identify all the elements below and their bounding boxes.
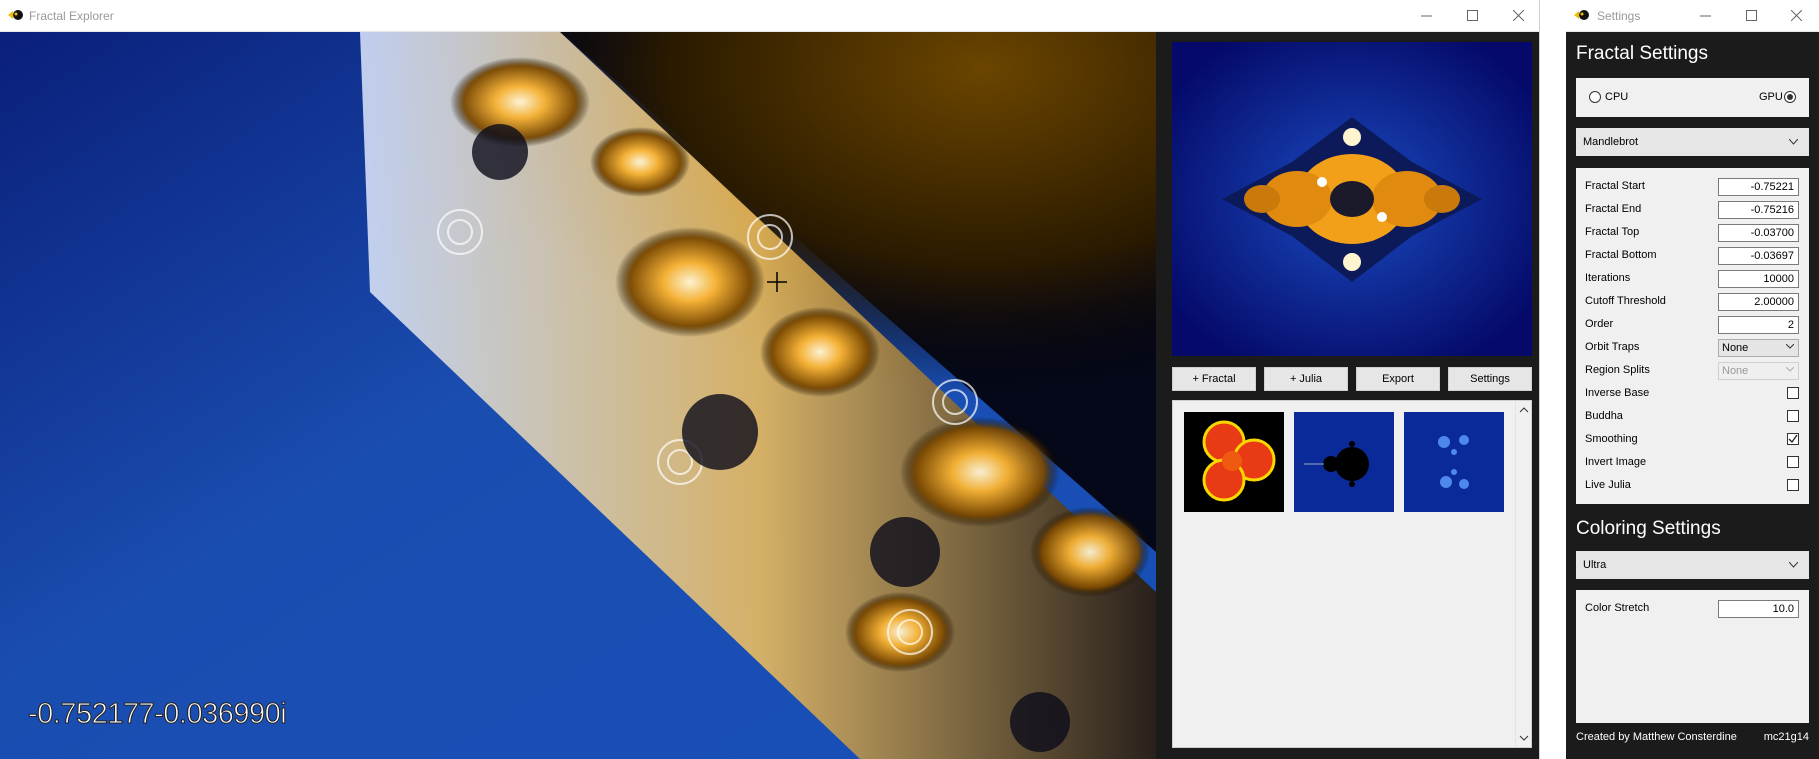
close-button[interactable] xyxy=(1495,0,1541,31)
gpu-label: GPU xyxy=(1759,91,1783,103)
compute-mode-panel: CPU GPU xyxy=(1576,78,1809,117)
minimize-icon xyxy=(1699,15,1711,17)
clover-thumbnail-image xyxy=(1184,412,1284,512)
minimize-icon xyxy=(1420,15,1432,17)
chevron-down-icon xyxy=(1789,139,1798,145)
cpu-radio[interactable] xyxy=(1589,91,1601,103)
add-julia-button[interactable]: + Julia xyxy=(1264,367,1348,391)
cpu-label: CPU xyxy=(1605,91,1629,103)
color-stretch-label: Color Stretch xyxy=(1585,602,1650,614)
fractal-end-input[interactable]: -0.75216 xyxy=(1718,201,1799,219)
buddha-checkbox[interactable] xyxy=(1787,410,1799,422)
color-stretch-input[interactable]: 10.0 xyxy=(1718,600,1799,618)
field-label: Fractal End xyxy=(1585,203,1642,215)
smoothing-label: Smoothing xyxy=(1585,433,1638,445)
maximize-icon xyxy=(1745,10,1757,21)
main-window-title: Fractal Explorer xyxy=(29,9,114,23)
live-julia-checkbox[interactable] xyxy=(1787,479,1799,491)
settings-button[interactable]: Settings xyxy=(1448,367,1532,391)
inverse-base-checkbox[interactable] xyxy=(1787,387,1799,399)
cutoff-threshold-input[interactable]: 2.00000 xyxy=(1718,293,1799,311)
field-label: Fractal Start xyxy=(1585,180,1645,192)
coordinate-readout: -0.752177-0.036990i xyxy=(27,698,287,731)
iterations-input[interactable]: 10000 xyxy=(1718,270,1799,288)
fractal-type-value: Mandlebrot xyxy=(1583,136,1639,148)
main-titlebar[interactable]: Fractal Explorer xyxy=(0,0,1539,32)
mandelbrot-thumbnail-image xyxy=(1294,412,1394,512)
settings-minimize-button[interactable] xyxy=(1682,0,1728,31)
field-label: Cutoff Threshold xyxy=(1585,295,1666,307)
thumbnail-clover[interactable] xyxy=(1184,412,1284,512)
thumbnail-blue-julia[interactable] xyxy=(1404,412,1504,512)
settings-close-button[interactable] xyxy=(1773,0,1819,31)
region-splits-value: None xyxy=(1722,365,1749,377)
fractal-image xyxy=(0,32,1156,759)
orbit-traps-select[interactable]: None xyxy=(1718,339,1799,357)
export-button[interactable]: Export xyxy=(1356,367,1440,391)
palette-dropdown[interactable]: Ultra xyxy=(1576,551,1809,579)
region-splits-label: Region Splits xyxy=(1585,364,1650,376)
fractal-start-input[interactable]: -0.75221 xyxy=(1718,178,1799,196)
settings-maximize-button[interactable] xyxy=(1728,0,1774,31)
gpu-radio[interactable] xyxy=(1784,91,1796,103)
close-icon xyxy=(1512,10,1524,21)
scroll-up-icon[interactable] xyxy=(1519,405,1529,415)
fractal-bottom-input[interactable]: -0.03697 xyxy=(1718,247,1799,265)
preview-image xyxy=(1172,42,1532,356)
maximize-button[interactable] xyxy=(1449,0,1495,31)
fractal-canvas[interactable]: -0.752177-0.036990i xyxy=(0,32,1156,759)
credit-text: Created by Matthew Consterdine xyxy=(1576,731,1737,743)
settings-window: Settings Fractal Settings CPU GPU Mandle… xyxy=(1566,0,1819,759)
orbit-traps-value: None xyxy=(1722,342,1749,354)
fractal-top-input[interactable]: -0.03700 xyxy=(1718,224,1799,242)
coloring-settings-heading: Coloring Settings xyxy=(1576,518,1721,539)
coloring-parameters-panel: Color Stretch 10.0 xyxy=(1576,590,1809,723)
fractal-explorer-window: Fractal Explorer -0.752177-0.036990i + F… xyxy=(0,0,1540,759)
orbit-traps-label: Orbit Traps xyxy=(1585,341,1640,353)
add-fractal-button[interactable]: + Fractal xyxy=(1172,367,1256,391)
invert-image-label: Invert Image xyxy=(1585,456,1647,468)
maximize-icon xyxy=(1466,10,1478,21)
field-label: Fractal Top xyxy=(1585,226,1640,238)
order-input[interactable]: 2 xyxy=(1718,316,1799,334)
side-panel: + Fractal + Julia Export Settings xyxy=(1156,32,1539,759)
fractal-parameters-panel: Fractal Start -0.75221 Fractal End -0.75… xyxy=(1576,168,1809,504)
field-label: Iterations xyxy=(1585,272,1631,284)
settings-titlebar[interactable]: Settings xyxy=(1566,0,1819,32)
minimize-button[interactable] xyxy=(1403,0,1449,31)
chevron-down-icon xyxy=(1786,367,1794,372)
preview-fractal xyxy=(1172,42,1532,356)
smoothing-checkbox[interactable] xyxy=(1787,433,1799,445)
fractal-type-dropdown[interactable]: Mandlebrot xyxy=(1576,128,1809,156)
build-id: mc21g14 xyxy=(1763,731,1809,743)
blue-julia-thumbnail-image xyxy=(1404,412,1504,512)
field-label: Order xyxy=(1585,318,1614,330)
app-icon xyxy=(8,10,23,20)
invert-image-checkbox[interactable] xyxy=(1787,456,1799,468)
palette-value: Ultra xyxy=(1583,559,1607,571)
thumbnail-mandelbrot[interactable] xyxy=(1294,412,1394,512)
settings-app-icon xyxy=(1574,10,1589,20)
thumbnail-scrollbar[interactable] xyxy=(1515,401,1531,747)
scroll-down-icon[interactable] xyxy=(1519,733,1529,743)
fractal-settings-heading: Fractal Settings xyxy=(1576,43,1708,64)
chevron-down-icon xyxy=(1786,344,1794,349)
chevron-down-icon xyxy=(1789,562,1798,568)
inverse-base-label: Inverse Base xyxy=(1585,387,1650,399)
buddha-label: Buddha xyxy=(1585,410,1623,422)
region-splits-select[interactable]: None xyxy=(1718,362,1799,380)
field-label: Fractal Bottom xyxy=(1585,249,1657,261)
close-icon xyxy=(1790,10,1802,21)
checkmark-icon xyxy=(1788,434,1798,444)
live-julia-label: Live Julia xyxy=(1585,479,1631,491)
thumbnail-list xyxy=(1172,400,1532,748)
settings-window-title: Settings xyxy=(1597,9,1641,23)
